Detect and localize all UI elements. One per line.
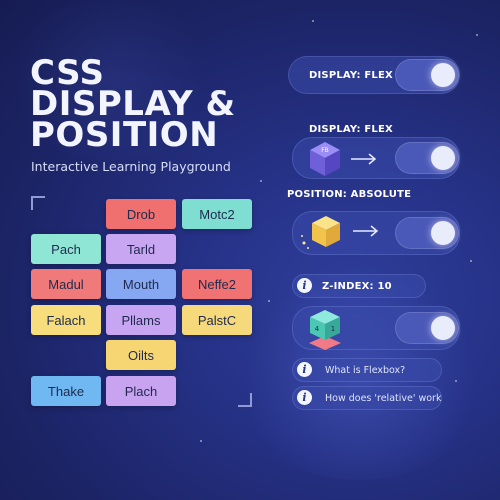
- flex-block[interactable]: Mouth: [106, 269, 176, 299]
- flex-block[interactable]: Neffe2: [182, 269, 252, 299]
- playground-corner-top-left: [31, 196, 45, 210]
- position-absolute-label: POSITION: ABSOLUTE: [287, 189, 412, 200]
- flex-block[interactable]: Pllams: [106, 305, 176, 335]
- flex-block[interactable]: Falach: [31, 305, 101, 335]
- flex-block[interactable]: Plach: [106, 376, 176, 406]
- block-label: Drob: [126, 206, 156, 222]
- help-flexbox-link[interactable]: What is Flexbox?: [325, 365, 405, 376]
- block-label: Plach: [124, 383, 158, 399]
- teal-cube-icon: 4 1: [309, 310, 341, 350]
- z-index-label: Z-INDEX: 10: [322, 281, 392, 292]
- info-icon: i: [297, 390, 312, 405]
- subtitle: Interactive Learning Playground: [31, 159, 231, 174]
- arrow-right-icon: [351, 153, 377, 165]
- cube-label: 4: [315, 325, 320, 333]
- block-label: Falach: [46, 312, 86, 328]
- block-label: Pllams: [121, 312, 161, 328]
- display-flex-top-label: DISPLAY: FLEX: [309, 70, 393, 81]
- flex-block[interactable]: Madul: [31, 269, 101, 299]
- star-dot: [455, 380, 457, 382]
- star-dot: [312, 20, 314, 22]
- playground-corner-bottom-right: [238, 393, 252, 407]
- page-title: CSS DISPLAY & POSITION: [30, 56, 236, 155]
- flex-block[interactable]: Oilts: [106, 340, 176, 370]
- flex-block[interactable]: Motc2: [182, 199, 252, 229]
- block-label: Thake: [47, 383, 85, 399]
- star-dot: [200, 440, 202, 442]
- position-absolute-toggle[interactable]: [395, 217, 459, 249]
- cube-label: 1: [331, 325, 335, 333]
- block-label: Oilts: [128, 347, 154, 363]
- toggle-knob: [431, 316, 455, 340]
- block-label: Madul: [48, 276, 84, 292]
- info-icon[interactable]: i: [297, 278, 312, 293]
- flex-block[interactable]: Pach: [31, 234, 101, 264]
- star-dot: [476, 34, 478, 36]
- z-index-toggle[interactable]: [395, 312, 459, 344]
- yellow-cube-icon: [301, 216, 340, 249]
- help-relative-link[interactable]: How does 'relative' work: [325, 393, 441, 404]
- block-label: Tarld: [126, 241, 156, 257]
- flex-block[interactable]: Drob: [106, 199, 176, 229]
- toggle-knob: [431, 221, 455, 245]
- toggle-knob: [431, 146, 455, 170]
- flex-block[interactable]: PalstC: [182, 305, 252, 335]
- block-label: Neffe2: [197, 276, 237, 292]
- display-flex-toggle[interactable]: [395, 142, 459, 174]
- flex-block[interactable]: Tarld: [106, 234, 176, 264]
- cube-label: FB: [321, 147, 329, 154]
- block-label: Mouth: [122, 276, 160, 292]
- block-label: Motc2: [199, 206, 235, 222]
- toggle-knob: [431, 63, 455, 87]
- title-line: POSITION: [30, 115, 219, 155]
- info-icon: i: [297, 362, 312, 377]
- block-label: Pach: [51, 241, 81, 257]
- purple-cube-icon: FB: [310, 142, 340, 176]
- star-dot: [260, 180, 262, 182]
- star-dot: [470, 260, 472, 262]
- display-flex-top-toggle[interactable]: [395, 59, 459, 91]
- arrow-right-icon: [353, 225, 379, 237]
- flex-block[interactable]: Thake: [31, 376, 101, 406]
- star-dot: [268, 300, 270, 302]
- display-flex-label: DISPLAY: FLEX: [309, 124, 393, 135]
- block-label: PalstC: [197, 312, 237, 328]
